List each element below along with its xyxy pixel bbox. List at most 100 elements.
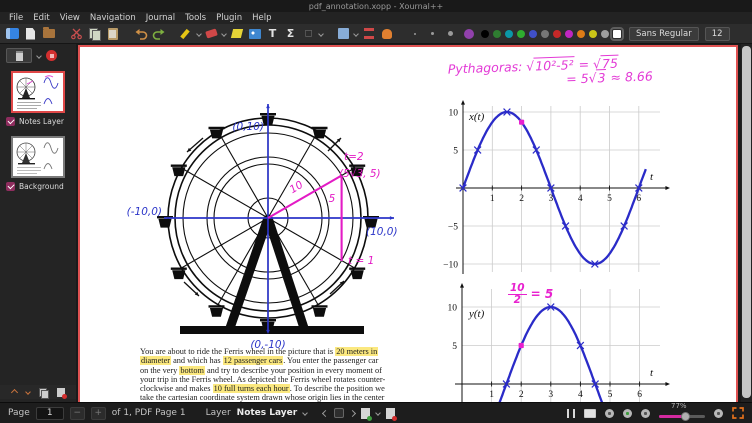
preview-mode-chevron-icon[interactable] [36,53,42,59]
page-count-label: of 1, PDF Page 1 [112,408,186,418]
layer-row-notes[interactable]: Notes Layer [0,116,76,130]
menu-journal[interactable]: Journal [141,13,180,23]
page-number-input[interactable] [36,407,64,420]
move-page-down-icon[interactable] [25,389,31,395]
page-decrement-button[interactable]: − [70,407,85,420]
sidebar-close-button[interactable] [46,50,57,61]
color-swatch-4[interactable] [529,30,537,38]
color-swatch-5[interactable] [541,30,549,38]
add-layer-chevron-icon[interactable] [375,410,381,416]
move-page-up-icon[interactable] [10,388,17,395]
color-swatch-11[interactable] [613,30,621,38]
menu-view[interactable]: View [55,13,85,23]
color-swatch-10[interactable] [601,30,609,38]
add-layer-icon[interactable] [361,408,370,419]
zoom-fit-button[interactable] [714,409,723,418]
highlighter-tool-button[interactable] [229,26,244,42]
page-increment-button[interactable]: + [91,407,106,420]
color-swatch-7[interactable] [565,30,573,38]
pen-options-chevron-icon[interactable] [196,31,202,37]
color-swatch-6[interactable] [553,30,561,38]
redo-button[interactable] [151,26,166,42]
scrollbar-thumb[interactable] [742,46,751,398]
menu-navigation[interactable]: Navigation [85,13,141,23]
color-swatch-9[interactable] [589,30,597,38]
color-swatch-1[interactable] [493,30,501,38]
color-swatch-3[interactable] [517,30,525,38]
x-t-graph: 123456105−5−10x(t)t [432,100,672,280]
menu-help[interactable]: Help [247,13,276,23]
paste-button[interactable] [105,26,120,42]
document-area: (0,10)(-10,0)(10,0)(0,-10)105t=2(5√3, 5)… [76,44,741,402]
layer-checkbox-notes[interactable] [6,117,15,126]
layer-selector[interactable]: Notes Layer [237,408,298,418]
layer-stack-icon[interactable] [334,408,344,418]
font-size-button[interactable]: 12 [705,27,730,41]
cut-button[interactable] [69,26,84,42]
copy-page-icon[interactable] [39,388,48,397]
eraser-tool-button[interactable] [204,26,219,42]
font-name-button[interactable]: Sans Regular [629,27,699,41]
color-swatch-8[interactable] [577,30,585,38]
fullscreen-icon[interactable] [732,407,744,419]
selection-options-chevron-icon[interactable] [353,31,359,37]
presentation-mode-icon[interactable] [584,409,596,418]
dual-page-view-icon[interactable] [567,409,575,418]
thickness-fine-button[interactable] [407,26,422,42]
undo-icon [134,27,148,40]
fill-button[interactable] [461,26,476,42]
next-layer-icon[interactable] [349,409,356,416]
color-swatch-2[interactable] [505,30,513,38]
menu-tools[interactable]: Tools [180,13,211,23]
toggle-sidebar-button[interactable] [5,26,20,42]
menu-file[interactable]: File [4,13,28,23]
layer-selector-chevron-icon[interactable] [302,410,308,416]
vertical-space-button[interactable] [361,26,376,42]
layer-label-background: Background [19,182,64,191]
page-canvas[interactable]: (0,10)(-10,0)(10,0)(0,-10)105t=2(5√3, 5)… [78,45,738,402]
sidebar-preview-mode-button[interactable] [6,48,32,63]
hand-tool-button[interactable] [379,26,394,42]
zoom-out-button[interactable] [605,409,614,418]
svg-text:10: 10 [449,109,459,119]
zoom-original-button[interactable] [623,409,632,418]
thickness-fine-icon [414,33,416,35]
label-t2-coords: (5√3, 5) [339,168,381,180]
shape-tool-button[interactable]: ◻ [301,26,316,42]
layer-row-background[interactable]: Background [0,181,76,195]
layer-thumbnail-notes[interactable] [11,71,65,113]
color-swatch-0[interactable] [481,30,489,38]
zoom-slider[interactable] [659,415,705,418]
copy-button[interactable] [87,26,102,42]
pen-icon [181,28,193,40]
layer-checkbox-background[interactable] [6,182,15,191]
delete-page-icon[interactable] [57,388,65,397]
thickness-medium-button[interactable] [425,26,440,42]
pythagoras-line2: = 5√3 ≈ 8.66 [566,68,653,86]
shape-icon: ◻ [304,28,312,39]
insert-image-button[interactable] [247,26,262,42]
layer-label: Layer [206,408,231,418]
undo-button[interactable] [133,26,148,42]
new-document-button[interactable] [23,26,38,42]
open-file-button[interactable] [41,26,56,42]
redo-icon [152,27,166,40]
menu-plugin[interactable]: Plugin [211,13,247,23]
selection-tool-button[interactable] [336,26,351,42]
vertical-scrollbar[interactable] [741,44,752,402]
image-icon [249,29,261,39]
zoom-in-button[interactable] [641,409,650,418]
shape-options-chevron-icon[interactable] [318,31,324,37]
math-tex-button[interactable]: Σ [283,26,298,42]
eraser-options-chevron-icon[interactable] [221,31,227,37]
previous-layer-icon[interactable] [322,409,329,416]
menu-edit[interactable]: Edit [28,13,54,23]
delete-layer-icon[interactable] [386,408,395,419]
zoom-slider-knob[interactable] [681,412,690,421]
layer-thumbnail-background[interactable] [11,136,65,178]
paste-icon [108,28,118,40]
color-palette [479,30,623,38]
pen-tool-button[interactable] [179,26,194,42]
thickness-thick-button[interactable] [443,26,458,42]
text-tool-button[interactable]: T [265,26,280,42]
